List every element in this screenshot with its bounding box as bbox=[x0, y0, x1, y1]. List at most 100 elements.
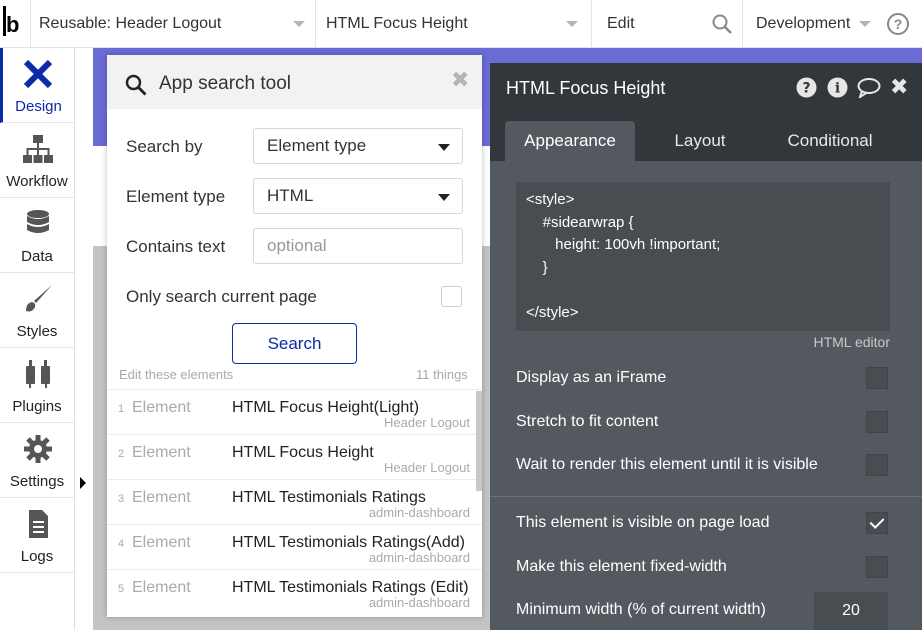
html-code-editor[interactable]: <style> #sidearwrap { height: 100vh !imp… bbox=[516, 182, 890, 331]
help-icon[interactable]: ? bbox=[887, 13, 909, 35]
element-selector[interactable]: HTML Focus Height bbox=[315, 0, 591, 48]
tab-conditional[interactable]: Conditional bbox=[770, 121, 890, 161]
sidebar-item-data[interactable]: Data bbox=[0, 198, 74, 273]
search-by-label: Search by bbox=[126, 137, 203, 156]
result-kind: Element bbox=[132, 534, 191, 551]
top-bar: b Reusable: Header Logout HTML Focus Hei… bbox=[0, 0, 922, 48]
gear-icon bbox=[24, 435, 52, 463]
contains-text-placeholder: optional bbox=[267, 236, 327, 255]
database-icon bbox=[27, 210, 49, 233]
page-selector-label: Reusable: Header Logout bbox=[39, 15, 222, 32]
environment-label: Development bbox=[756, 15, 851, 32]
tab-appearance[interactable]: Appearance bbox=[505, 121, 635, 161]
sidebar-item-settings[interactable]: Settings bbox=[0, 423, 74, 498]
option-label: Wait to render this element until it is … bbox=[516, 456, 818, 473]
html-editor-label[interactable]: HTML editor bbox=[813, 334, 890, 350]
info-icon[interactable]: i bbox=[827, 77, 848, 98]
option-fixed-width[interactable]: Make this element fixed-width bbox=[516, 556, 890, 580]
list-item[interactable]: 3 Element HTML Testimonials Ratings admi… bbox=[107, 479, 482, 524]
option-checkbox[interactable] bbox=[866, 454, 888, 476]
sidebar-item-logs[interactable]: Logs bbox=[0, 498, 74, 573]
design-icon bbox=[23, 59, 53, 89]
app-search-tool: App search tool ✖ Search by Element type… bbox=[107, 55, 482, 617]
document-icon bbox=[29, 510, 48, 538]
option-label: Stretch to fit content bbox=[516, 413, 659, 430]
page-selector[interactable]: Reusable: Header Logout bbox=[30, 0, 315, 48]
search-tool-title: App search tool bbox=[159, 73, 292, 94]
result-number: 2 bbox=[118, 448, 125, 460]
list-item[interactable]: 4 Element HTML Testimonials Ratings(Add)… bbox=[107, 524, 482, 569]
comment-icon[interactable] bbox=[857, 77, 881, 98]
sidebar-item-label: Workflow bbox=[6, 173, 68, 190]
option-label: Make this element fixed-width bbox=[516, 558, 727, 575]
search-by-value: Element type bbox=[267, 136, 367, 155]
property-tabs: Appearance Layout Conditional bbox=[490, 113, 922, 161]
option-visible-on-load[interactable]: This element is visible on page load bbox=[516, 512, 890, 536]
list-item[interactable]: 1 Element HTML Focus Height(Light) Heade… bbox=[107, 389, 482, 434]
left-sidebar: Design Workflow Data Styles Plugins Sett… bbox=[0, 48, 75, 630]
result-page: admin-dashboard bbox=[368, 595, 470, 610]
code-line: height: 100vh !important; bbox=[526, 236, 721, 253]
result-page: admin-dashboard bbox=[368, 505, 470, 520]
result-kind: Element bbox=[132, 489, 191, 506]
code-line: } bbox=[526, 259, 548, 276]
option-checkbox[interactable] bbox=[866, 367, 888, 389]
option-checkbox[interactable] bbox=[866, 411, 888, 433]
search-tool-header: App search tool ✖ bbox=[107, 55, 482, 109]
sidebar-item-label: Settings bbox=[9, 473, 65, 490]
search-icon bbox=[125, 74, 147, 96]
list-item[interactable]: 2 Element HTML Focus Height Header Logou… bbox=[107, 434, 482, 479]
sidebar-item-label: Design bbox=[15, 98, 62, 115]
option-stretch-content[interactable]: Stretch to fit content bbox=[516, 411, 890, 435]
tab-layout[interactable]: Layout bbox=[640, 121, 760, 161]
result-page: Header Logout bbox=[383, 415, 470, 430]
results-count: 11 things bbox=[416, 367, 468, 382]
chevron-down-icon bbox=[293, 21, 305, 27]
list-item[interactable]: 5 Element HTML Testimonials Ratings (Edi… bbox=[107, 569, 482, 614]
sidebar-item-design[interactable]: Design bbox=[0, 48, 74, 123]
search-icon[interactable] bbox=[712, 14, 732, 34]
result-number: 1 bbox=[118, 403, 125, 415]
min-width-input[interactable]: 20 bbox=[814, 592, 888, 630]
sidebar-item-plugins[interactable]: Plugins bbox=[0, 348, 74, 423]
close-icon[interactable]: ✖ bbox=[890, 75, 908, 100]
expand-arrow-icon[interactable] bbox=[80, 477, 86, 489]
result-kind: Element bbox=[132, 444, 191, 461]
element-type-label: Element type bbox=[126, 187, 226, 206]
option-wait-render[interactable]: Wait to render this element until it is … bbox=[516, 454, 890, 478]
option-checkbox[interactable] bbox=[866, 556, 888, 578]
code-line: <style> bbox=[526, 191, 575, 208]
sidebar-item-styles[interactable]: Styles bbox=[0, 273, 74, 348]
option-checkbox-checked[interactable] bbox=[866, 512, 888, 534]
search-button[interactable]: Search bbox=[232, 323, 357, 364]
result-name: HTML Focus Height bbox=[232, 444, 374, 461]
help-icon[interactable]: ? bbox=[796, 77, 817, 98]
code-line: #sidearwrap { bbox=[526, 214, 634, 231]
only-current-page-label: Only search current page bbox=[126, 287, 317, 306]
edit-these-elements-link[interactable]: Edit these elements bbox=[119, 367, 233, 382]
element-type-value: HTML bbox=[267, 186, 314, 205]
option-label: This element is visible on page load bbox=[516, 514, 770, 531]
sidebar-item-label: Logs bbox=[20, 548, 54, 565]
close-icon[interactable]: ✖ bbox=[451, 68, 469, 93]
chevron-down-icon bbox=[438, 194, 450, 201]
element-selector-label: HTML Focus Height bbox=[326, 15, 468, 32]
chevron-down-icon bbox=[566, 21, 578, 27]
svg-text:?: ? bbox=[802, 81, 810, 97]
contains-text-input[interactable]: optional bbox=[253, 228, 463, 264]
results-scrollbar[interactable] bbox=[476, 391, 482, 491]
min-width-label: Minimum width (% of current width) bbox=[516, 601, 766, 618]
only-current-page-checkbox[interactable] bbox=[441, 286, 462, 307]
sidebar-item-label: Plugins bbox=[12, 398, 62, 415]
sidebar-item-workflow[interactable]: Workflow bbox=[0, 123, 74, 198]
workflow-icon bbox=[23, 135, 53, 163]
property-editor-title: HTML Focus Height bbox=[506, 78, 666, 98]
result-page: admin-dashboard bbox=[368, 550, 470, 565]
search-by-dropdown[interactable]: Element type bbox=[253, 128, 463, 164]
option-display-iframe[interactable]: Display as an iFrame bbox=[516, 367, 890, 391]
result-number: 5 bbox=[118, 583, 125, 595]
bubble-logo[interactable]: b bbox=[0, 0, 30, 48]
sidebar-item-label: Styles bbox=[16, 323, 58, 340]
sidebar-item-label: Data bbox=[21, 248, 53, 265]
element-type-dropdown[interactable]: HTML bbox=[253, 178, 463, 214]
